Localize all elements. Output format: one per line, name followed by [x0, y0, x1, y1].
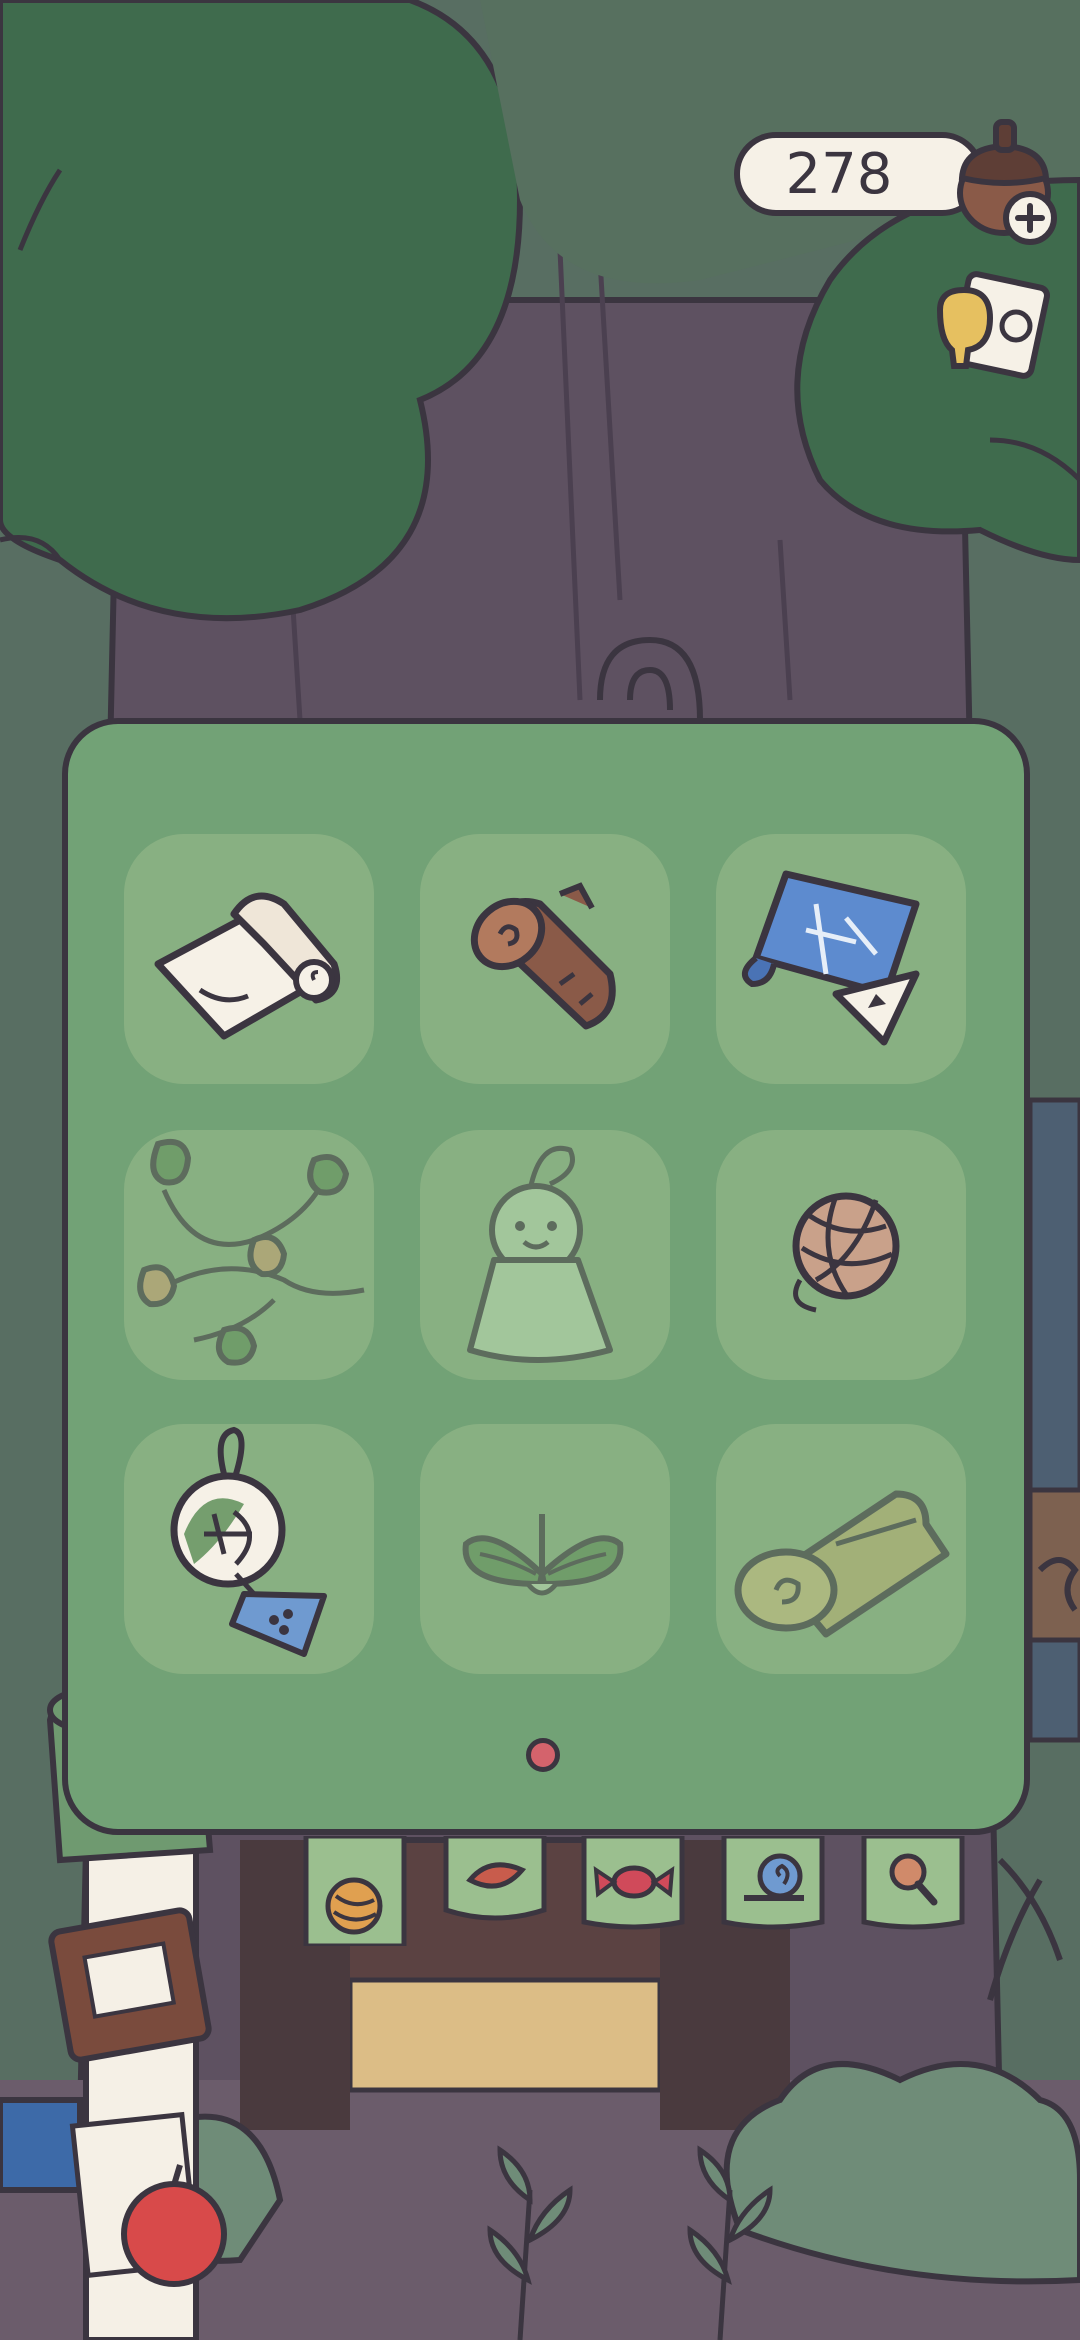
plus-icon[interactable]: [1003, 191, 1057, 245]
shop-flag-leaf[interactable]: [440, 1836, 550, 1922]
page-indicator-dot[interactable]: [526, 1738, 560, 1772]
acorn-icon[interactable]: [944, 108, 1074, 248]
inventory-slot-paper-roll[interactable]: [124, 834, 374, 1084]
yarn-ball-icon: [325, 1877, 383, 1935]
inventory-slot-teru-teru-bozu[interactable]: [420, 1130, 670, 1380]
shop-flag-snail[interactable]: [718, 1836, 828, 1932]
paper-roll-icon: [154, 892, 341, 1040]
teru-teru-bozu-icon: [467, 1146, 613, 1363]
yarn-ball-icon: [792, 1192, 900, 1313]
mitten-garland-icon: [137, 1138, 365, 1366]
inventory-slot-wind-chime[interactable]: [124, 1424, 374, 1674]
notes-button[interactable]: [930, 270, 1060, 390]
notes-icon: [936, 271, 1050, 379]
shop-flag-yarn[interactable]: [300, 1836, 410, 1946]
inventory-slot-leaf-sprout[interactable]: [420, 1424, 670, 1674]
rolled-mat-icon: [734, 1490, 950, 1638]
inventory-slot-yarn-ball[interactable]: [716, 1130, 966, 1380]
inventory-slot-rolled-mat[interactable]: [716, 1424, 966, 1674]
leaf-sprout-icon: [462, 1514, 624, 1596]
shop-flag-candy[interactable]: [578, 1836, 688, 1932]
wind-chime-icon: [170, 1426, 327, 1657]
inventory-slot-mitten-garland[interactable]: [124, 1130, 374, 1380]
inventory-slot-log[interactable]: [420, 834, 670, 1084]
log-icon: [470, 882, 616, 1030]
shop-flag-magnifier[interactable]: [858, 1836, 968, 1932]
inventory-slot-blueprint[interactable]: [716, 834, 966, 1084]
blueprint-icon: [742, 870, 920, 1046]
acorn-count: 278: [785, 141, 893, 207]
